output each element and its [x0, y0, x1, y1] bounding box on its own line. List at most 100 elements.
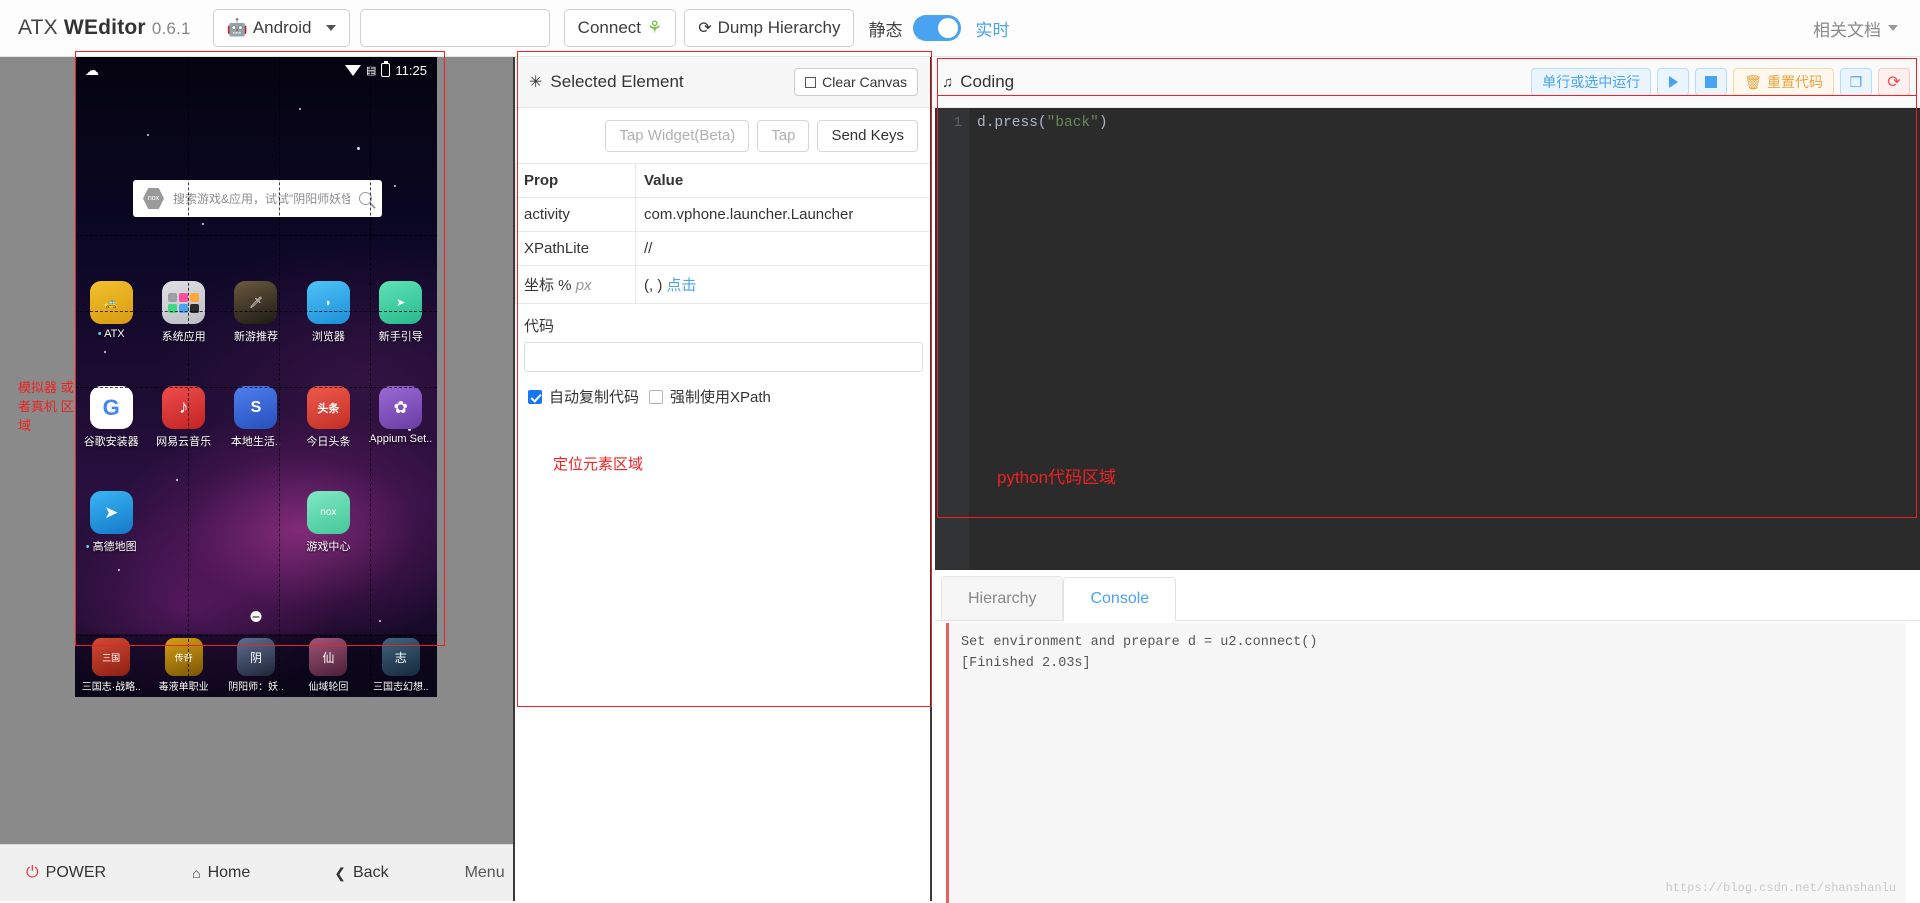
app-row-3: ➤ 高德地图 nox 游戏中心	[75, 491, 437, 554]
col-prop: Prop	[515, 163, 636, 198]
prop-value: com.vphone.launcher.Launcher	[635, 197, 932, 232]
app-header: ATX WEditor 0.6.1 🤖 Android Connect ⚘ ⟳ …	[0, 0, 1920, 57]
coord-click-link[interactable]: 点击	[667, 277, 697, 294]
magnifier-icon[interactable]	[359, 192, 372, 205]
platform-select[interactable]: 🤖 Android	[212, 9, 350, 47]
coding-toolbar: 单行或选中运行 🗑 重置代码 ❐ ⟳	[1531, 68, 1910, 96]
app-icon-item[interactable]: G 谷歌安装器	[75, 386, 147, 449]
app-icon-item[interactable]: 🗡 新游推荐	[220, 281, 292, 344]
dock-item[interactable]: 三国 三国志·战略..	[75, 638, 147, 693]
device-dock: 三国 三国志·战略.. 传奇 毒液单职业 阴 阴阳师：妖.. 仙 仙域轮回 志 …	[75, 634, 437, 697]
system-apps-folder-icon	[162, 281, 206, 324]
onmyoji-icon: 阴	[236, 638, 275, 676]
force-xpath-label: 强制使用XPath	[670, 389, 771, 406]
coord-value: (, )	[644, 277, 663, 294]
auto-copy-label: 自动复制代码	[549, 389, 640, 406]
device-serial-input[interactable]	[359, 9, 550, 47]
dock-label: 毒液单职业	[158, 682, 209, 693]
search-placeholder-text: 搜索游戏&应用，试试"阴阳师妖怪屋"	[173, 192, 350, 206]
leaf-icon: ⚘	[647, 18, 663, 37]
power-button[interactable]: ⏻ POWER	[26, 864, 106, 882]
dock-item[interactable]: 阴 阴阳师：妖..	[220, 638, 292, 693]
reload-icon: ⟳	[1887, 74, 1901, 91]
auto-copy-checkbox[interactable]	[528, 389, 542, 404]
reset-code-button[interactable]: 🗑 重置代码	[1733, 68, 1834, 96]
tap-button[interactable]: Tap	[757, 119, 810, 152]
toutiao-app-icon: 头条	[306, 386, 350, 429]
stop-button[interactable]	[1695, 68, 1728, 96]
app-icon-item[interactable]: ➤ 新手引导	[365, 281, 437, 344]
app-icon-item[interactable]: ◗ 浏览器	[292, 281, 364, 344]
xianyu-icon: 仙	[309, 638, 348, 676]
back-label: Back	[353, 864, 389, 881]
docs-menu[interactable]: 相关文档	[1813, 16, 1902, 41]
menu-button[interactable]: Menu	[465, 864, 505, 882]
app-title: ATX WEditor 0.6.1	[18, 16, 191, 40]
app-icon-item[interactable]: nox 游戏中心	[292, 491, 364, 554]
app-icon-item[interactable]: 🚕 ATX	[75, 281, 147, 344]
dock-label: 仙域轮回	[308, 682, 349, 693]
app-row-2: G 谷歌安装器 ♪ 网易云音乐 S 本地生活.. 头条 今日头条 ✿ Appiu…	[75, 386, 437, 449]
back-button[interactable]: ❮ Back	[334, 864, 388, 882]
dock-item[interactable]: 仙 仙域轮回	[292, 638, 364, 693]
coding-panel: ♫ Coding 单行或选中运行 🗑 重置代码 ❐ ⟳ 1 d.press("b…	[932, 57, 1920, 903]
code-token-string: "back"	[1046, 115, 1099, 131]
clear-canvas-button[interactable]: Clear Canvas	[794, 68, 918, 96]
send-keys-button[interactable]: Send Keys	[817, 119, 918, 152]
android-icon: 🤖	[226, 18, 248, 37]
live-label: 实时	[975, 20, 1010, 40]
app-label: 游戏中心	[306, 541, 351, 553]
generated-code-input[interactable]	[524, 342, 923, 372]
panel-title-label: Selected Element	[550, 72, 684, 91]
prop-name: activity	[515, 197, 636, 232]
table-header-row: Prop Value	[515, 163, 932, 198]
tab-console[interactable]: Console	[1063, 577, 1177, 621]
app-slot-empty	[220, 491, 292, 554]
app-icon-item[interactable]: ➤ 高德地图	[75, 491, 147, 554]
dock-item[interactable]: 传奇 毒液单职业	[147, 638, 219, 693]
home-button[interactable]: ⌂ Home	[192, 864, 250, 882]
trash-icon: 🗑	[1744, 73, 1762, 90]
run-selection-button[interactable]: 单行或选中运行	[1531, 68, 1652, 96]
app-label: 新游推荐	[233, 331, 278, 343]
coord-unit: px	[575, 277, 592, 294]
copy-button[interactable]: ❐	[1840, 68, 1872, 96]
app-slot-empty	[147, 491, 219, 554]
live-mode-toggle[interactable]	[913, 15, 962, 41]
tap-widget-button[interactable]: Tap Widget(Beta)	[605, 119, 750, 152]
guide-app-icon: ➤	[379, 281, 423, 324]
dump-hierarchy-button[interactable]: ⟳ Dump Hierarchy	[684, 9, 855, 47]
force-xpath-checkbox[interactable]	[649, 389, 664, 404]
app-label: 新手引导	[378, 331, 423, 343]
app-icon-item[interactable]: ✿ Appium Set..	[365, 386, 437, 449]
device-search-bar[interactable]: nox 搜索游戏&应用，试试"阴阳师妖怪屋"	[133, 180, 382, 217]
reset-code-label: 重置代码	[1767, 74, 1823, 90]
bottom-tabs: Hierarchy Console	[935, 576, 1920, 621]
cloud-icon: ☁	[85, 61, 99, 78]
connect-button[interactable]: Connect ⚘	[563, 9, 677, 47]
sanguo-zhanlue-icon: 三国	[92, 638, 131, 676]
target-icon: ✳	[529, 74, 543, 91]
device-screen[interactable]: ☁ ▤ 11:25 nox 搜索游戏&应用，试试"阴阳师妖怪屋" 🚕 ATX	[75, 57, 437, 697]
tab-hierarchy[interactable]: Hierarchy	[941, 576, 1064, 620]
app-label: 今日头条	[306, 436, 351, 448]
inspector-guide-vertical	[188, 57, 189, 697]
dock-label: 阴阳师：妖..	[228, 682, 284, 693]
element-region-annotation-text: 定位元素区域	[553, 456, 644, 473]
coding-title: ♫ Coding	[942, 72, 1014, 92]
game-center-app-icon: nox	[306, 491, 350, 534]
wifi-icon	[345, 64, 362, 76]
platform-label: Android	[252, 18, 312, 37]
app-icon-item[interactable]: 头条 今日头条	[292, 386, 364, 449]
code-editor[interactable]: 1 d.press("back") python代码区域	[935, 108, 1920, 570]
dock-item[interactable]: 志 三国志幻想..	[365, 638, 437, 693]
reload-button[interactable]: ⟳	[1878, 68, 1910, 96]
watermark-text: https://blog.csdn.net/shanshanlu	[1665, 881, 1896, 895]
home-label: Home	[207, 864, 251, 881]
app-icon-item[interactable]: 系统应用	[147, 281, 219, 344]
app-icon-item[interactable]: ♪ 网易云音乐	[147, 386, 219, 449]
menu-label: Menu	[464, 864, 505, 881]
run-button[interactable]	[1657, 68, 1690, 96]
browser-app-icon: ◗	[306, 281, 350, 324]
app-icon-item[interactable]: S 本地生活..	[220, 386, 292, 449]
